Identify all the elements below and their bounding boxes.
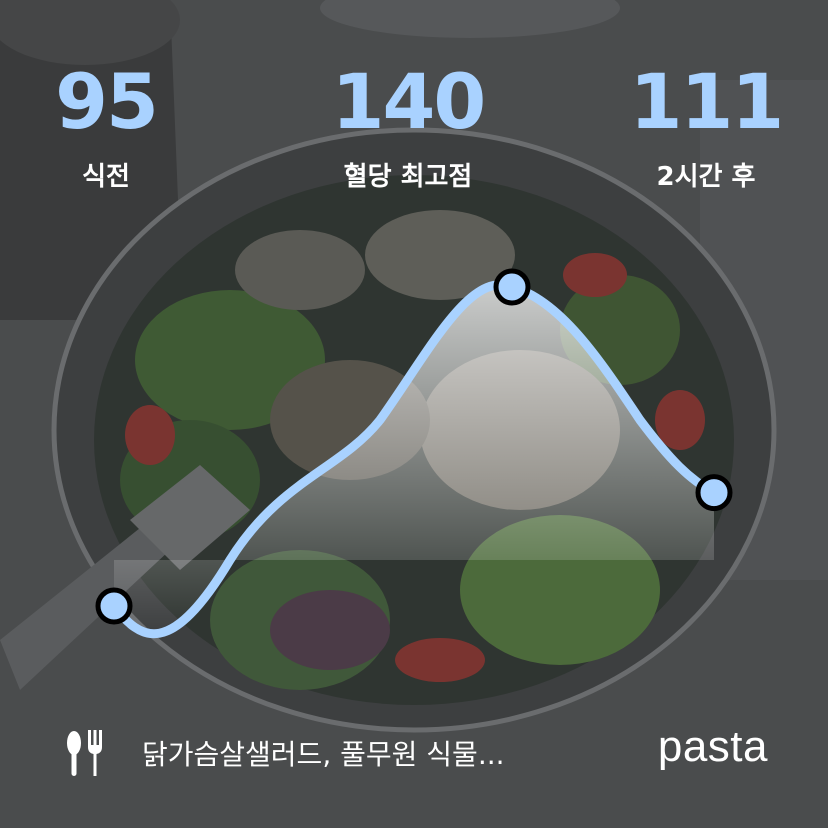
curve-glow-area bbox=[114, 284, 714, 634]
meal-description: 닭가슴살샐러드, 풀무원 식물... bbox=[142, 738, 505, 771]
fork-knife-icon bbox=[67, 730, 102, 776]
two-hour-point bbox=[695, 474, 733, 512]
glucose-curve bbox=[95, 268, 733, 639]
brand-logo: pasta bbox=[657, 722, 768, 771]
pre-meal-point bbox=[95, 587, 133, 625]
share-card: 95 식전 140 혈당 최고점 111 2시간 후 닭가슴살샐러드, 풀무원 … bbox=[0, 0, 828, 828]
peak-point bbox=[493, 268, 531, 306]
